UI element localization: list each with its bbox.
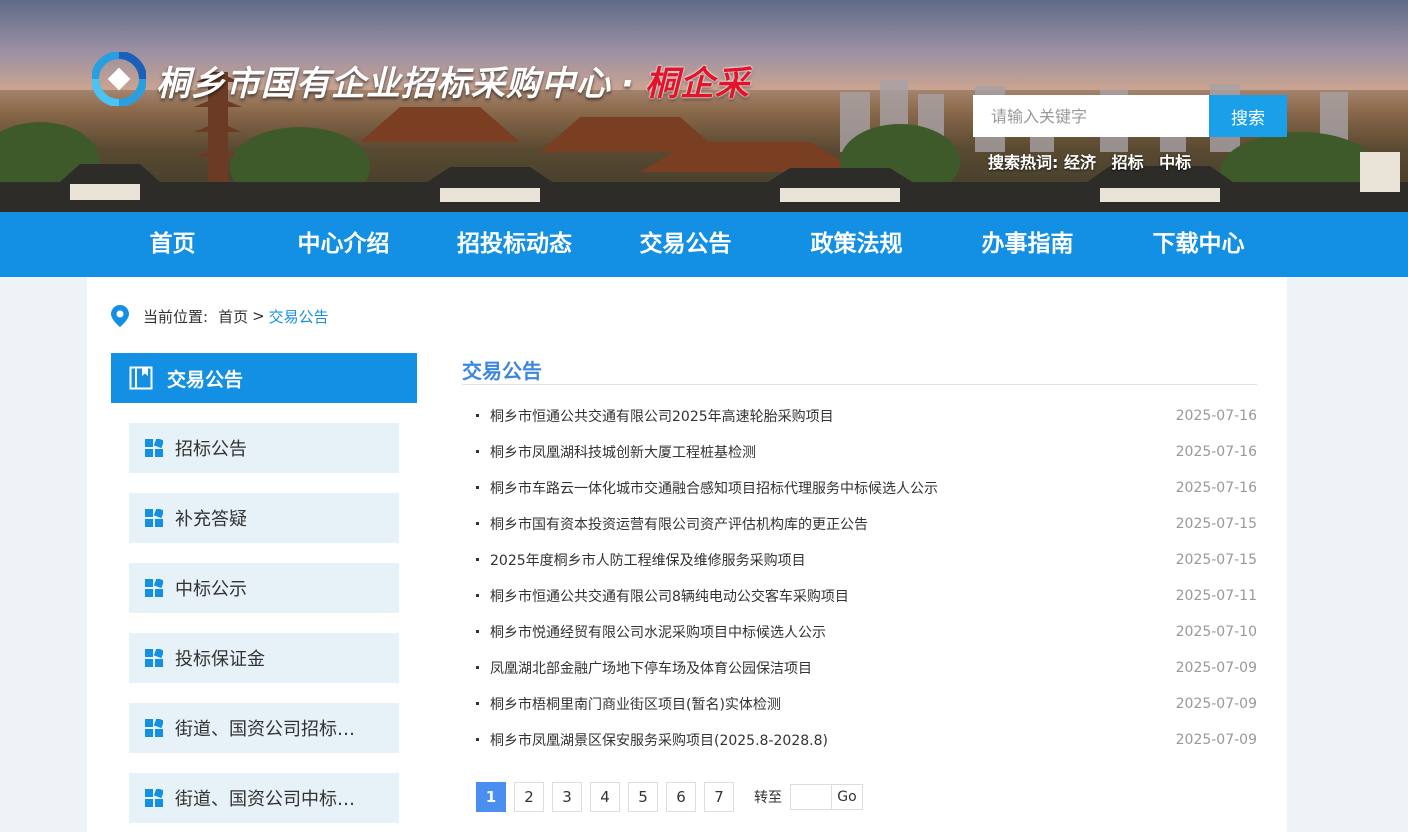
search-input[interactable] bbox=[973, 95, 1209, 137]
grid-icon bbox=[145, 579, 163, 597]
nav-item-about[interactable]: 中心介绍 bbox=[258, 212, 429, 277]
announcement-section: 交易公告 桐乡市恒通公共交通有限公司2025年高速轮胎采购项目 2025-07-1… bbox=[462, 353, 1257, 758]
list-item[interactable]: 桐乡市恒通公共交通有限公司8辆纯电动公交客车采购项目 2025-07-11 bbox=[462, 578, 1257, 614]
item-title[interactable]: 桐乡市凤凰湖景区保安服务采购项目(2025.8-2028.8) bbox=[476, 730, 828, 750]
sidebar: 交易公告 招标公告 补充答疑 中标公示 投标保证金 街道、国资公司招标… 街道、… bbox=[111, 353, 417, 832]
page-button[interactable]: 7 bbox=[704, 782, 734, 812]
nav-item-guide[interactable]: 办事指南 bbox=[942, 212, 1113, 277]
item-date: 2025-07-16 bbox=[1175, 408, 1257, 424]
nav-item-home[interactable]: 首页 bbox=[87, 212, 258, 277]
breadcrumb-home[interactable]: 首页 bbox=[218, 306, 248, 327]
content-panel: 当前位置: 首页 > 交易公告 交易公告 招标公告 补充答疑 中标公示 投标保证… bbox=[87, 277, 1287, 832]
sidebar-item-label: 投标保证金 bbox=[175, 649, 265, 670]
sidebar-header: 交易公告 bbox=[111, 353, 417, 403]
sidebar-item-street-award[interactable]: 街道、国资公司中标… bbox=[129, 773, 399, 823]
list-item[interactable]: 桐乡市梧桐里南门商业街区项目(暂名)实体检测 2025-07-09 bbox=[462, 686, 1257, 722]
item-date: 2025-07-16 bbox=[1175, 444, 1257, 460]
go-button[interactable]: Go bbox=[832, 784, 863, 810]
sidebar-item-label: 中标公示 bbox=[175, 579, 247, 600]
list-item[interactable]: 2025年度桐乡市人防工程维保及维修服务采购项目 2025-07-15 bbox=[462, 542, 1257, 578]
sidebar-item-street-tender[interactable]: 街道、国资公司招标… bbox=[129, 703, 399, 753]
sidebar-item-label: 街道、国资公司招标… bbox=[175, 719, 355, 740]
breadcrumb-current[interactable]: 交易公告 bbox=[269, 306, 329, 327]
list-item[interactable]: 桐乡市国有资本投资运营有限公司资产评估机构库的更正公告 2025-07-15 bbox=[462, 506, 1257, 542]
hotword-link[interactable]: 经济 bbox=[1064, 153, 1096, 172]
nav-item-policy[interactable]: 政策法规 bbox=[771, 212, 942, 277]
breadcrumb-label: 当前位置: bbox=[143, 307, 209, 326]
item-title[interactable]: 桐乡市凤凰湖科技城创新大厦工程桩基检测 bbox=[476, 442, 756, 462]
section-title: 交易公告 bbox=[462, 353, 1257, 385]
hotwords-label: 搜索热词: bbox=[988, 153, 1059, 172]
goto-page-input[interactable] bbox=[790, 784, 832, 810]
list-item[interactable]: 桐乡市恒通公共交通有限公司2025年高速轮胎采购项目 2025-07-16 bbox=[462, 398, 1257, 434]
header-banner: 桐乡市国有企业招标采购中心·桐企采 搜索 搜索热词: 经济 招标 中标 bbox=[0, 0, 1408, 212]
sidebar-item-award-notice[interactable]: 中标公示 bbox=[129, 563, 399, 613]
site-title-dot: · bbox=[621, 64, 635, 104]
item-date: 2025-07-11 bbox=[1175, 588, 1257, 604]
sidebar-item-tender-notice[interactable]: 招标公告 bbox=[129, 423, 399, 473]
sidebar-item-bid-deposit[interactable]: 投标保证金 bbox=[129, 633, 399, 683]
site-title-main: 桐乡市国有企业招标采购中心 bbox=[156, 64, 611, 104]
grid-icon bbox=[145, 439, 163, 457]
sidebar-item-qa[interactable]: 补充答疑 bbox=[129, 493, 399, 543]
list-item[interactable]: 桐乡市车路云一体化城市交通融合感知项目招标代理服务中标候选人公示 2025-07-… bbox=[462, 470, 1257, 506]
grid-icon bbox=[145, 789, 163, 807]
breadcrumb: 当前位置: 首页 > 交易公告 bbox=[111, 305, 329, 327]
item-date: 2025-07-16 bbox=[1175, 480, 1257, 496]
page-button[interactable]: 6 bbox=[666, 782, 696, 812]
item-title[interactable]: 凤凰湖北部金融广场地下停车场及体育公园保洁项目 bbox=[476, 658, 812, 678]
item-title[interactable]: 桐乡市车路云一体化城市交通融合感知项目招标代理服务中标候选人公示 bbox=[476, 478, 938, 498]
page-button[interactable]: 5 bbox=[628, 782, 658, 812]
page-button[interactable]: 3 bbox=[552, 782, 582, 812]
grid-icon bbox=[145, 649, 163, 667]
item-title[interactable]: 桐乡市国有资本投资运营有限公司资产评估机构库的更正公告 bbox=[476, 514, 868, 534]
grid-icon bbox=[145, 719, 163, 737]
hotword-link[interactable]: 中标 bbox=[1159, 153, 1191, 172]
item-date: 2025-07-15 bbox=[1175, 516, 1257, 532]
list-item[interactable]: 桐乡市凤凰湖科技城创新大厦工程桩基检测 2025-07-16 bbox=[462, 434, 1257, 470]
location-pin-icon bbox=[111, 305, 129, 327]
sidebar-title: 交易公告 bbox=[167, 368, 244, 391]
item-date: 2025-07-15 bbox=[1175, 552, 1257, 568]
page-button[interactable]: 2 bbox=[514, 782, 544, 812]
list-item[interactable]: 桐乡市凤凰湖景区保安服务采购项目(2025.8-2028.8) 2025-07-0… bbox=[462, 722, 1257, 758]
sidebar-item-label: 街道、国资公司中标… bbox=[175, 789, 355, 810]
pagination: 1 2 3 4 5 6 7 转至 Go bbox=[476, 782, 863, 812]
list-item[interactable]: 桐乡市悦通经贸有限公司水泥采购项目中标候选人公示 2025-07-10 bbox=[462, 614, 1257, 650]
search-box: 搜索 bbox=[973, 95, 1287, 137]
grid-icon bbox=[145, 509, 163, 527]
item-date: 2025-07-10 bbox=[1175, 624, 1257, 640]
site-brand: 桐企采 bbox=[644, 64, 750, 104]
logo-icon bbox=[92, 52, 146, 106]
page-button[interactable]: 4 bbox=[590, 782, 620, 812]
item-title[interactable]: 桐乡市恒通公共交通有限公司8辆纯电动公交客车采购项目 bbox=[476, 586, 849, 606]
announcement-list: 桐乡市恒通公共交通有限公司2025年高速轮胎采购项目 2025-07-16 桐乡市… bbox=[462, 398, 1257, 758]
hotword-link[interactable]: 招标 bbox=[1112, 153, 1144, 172]
item-date: 2025-07-09 bbox=[1175, 732, 1257, 748]
sidebar-item-label: 招标公告 bbox=[175, 439, 247, 460]
site-title[interactable]: 桐乡市国有企业招标采购中心 · 桐企采 bbox=[156, 56, 750, 105]
list-item[interactable]: 凤凰湖北部金融广场地下停车场及体育公园保洁项目 2025-07-09 bbox=[462, 650, 1257, 686]
breadcrumb-separator: > bbox=[252, 307, 265, 325]
sidebar-item-label: 补充答疑 bbox=[175, 509, 247, 530]
search-button[interactable]: 搜索 bbox=[1209, 95, 1287, 137]
goto-label: 转至 bbox=[754, 790, 782, 806]
item-title[interactable]: 桐乡市悦通经贸有限公司水泥采购项目中标候选人公示 bbox=[476, 622, 826, 642]
nav-item-announcements[interactable]: 交易公告 bbox=[600, 212, 771, 277]
nav-item-news[interactable]: 招投标动态 bbox=[429, 212, 600, 277]
item-date: 2025-07-09 bbox=[1175, 660, 1257, 676]
nav-item-downloads[interactable]: 下载中心 bbox=[1113, 212, 1284, 277]
main-nav: 首页 中心介绍 招投标动态 交易公告 政策法规 办事指南 下载中心 bbox=[0, 212, 1408, 277]
page-button-current[interactable]: 1 bbox=[476, 782, 506, 812]
item-title[interactable]: 桐乡市恒通公共交通有限公司2025年高速轮胎采购项目 bbox=[476, 406, 834, 426]
item-title[interactable]: 2025年度桐乡市人防工程维保及维修服务采购项目 bbox=[476, 550, 806, 570]
item-title[interactable]: 桐乡市梧桐里南门商业街区项目(暂名)实体检测 bbox=[476, 694, 781, 714]
search-hotwords: 搜索热词: 经济 招标 中标 bbox=[988, 149, 1201, 173]
item-date: 2025-07-09 bbox=[1175, 696, 1257, 712]
book-icon bbox=[129, 366, 153, 390]
